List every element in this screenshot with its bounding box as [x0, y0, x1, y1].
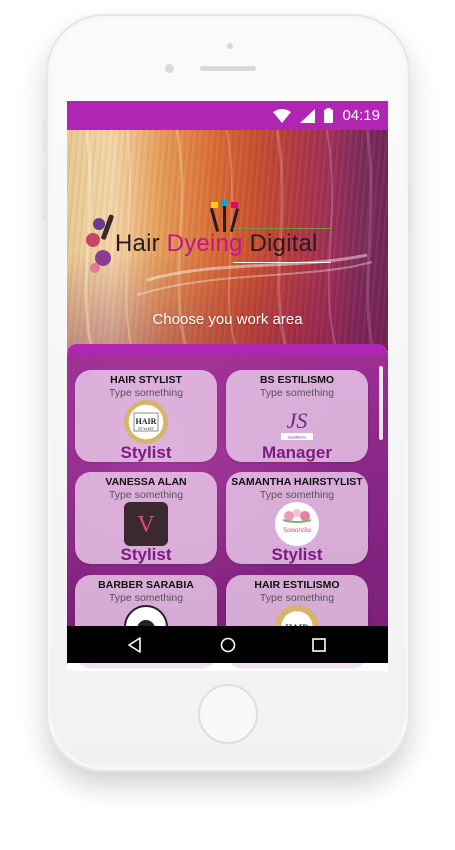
bs-estilismo-logo-icon: JS bsestilismo	[275, 400, 319, 444]
side-button-left-1	[43, 120, 46, 152]
home-button[interactable]	[198, 684, 258, 744]
subtitle: Choose you work area	[152, 311, 303, 328]
card-role: Stylist	[120, 545, 172, 564]
work-area-card[interactable]: BS ESTILISMO Type something JS bsestilis…	[226, 370, 368, 462]
card-placeholder: Type something	[108, 489, 184, 501]
work-area-card[interactable]: HAIR STYLIST Type something HAIR STYLIST…	[75, 370, 217, 462]
card-placeholder: Type something	[108, 387, 184, 399]
logo-word-hair: Hair	[115, 230, 167, 257]
wifi-icon	[273, 108, 292, 123]
card-placeholder: Type something	[259, 592, 335, 604]
card-name: BARBER SARABIA	[98, 579, 194, 591]
front-camera	[165, 64, 174, 73]
hair-stylist-logo-icon: HAIR STYLIST	[124, 400, 168, 444]
battery-icon	[324, 108, 334, 123]
svg-text:Samantha: Samantha	[283, 526, 312, 534]
logo-word-dyeing: Dyeing	[166, 230, 243, 257]
screen: 04:19 Hair Dyeing Digital Choose you wor…	[67, 101, 388, 671]
svg-text:STYLIST: STYLIST	[138, 426, 155, 431]
card-placeholder: Type something	[259, 387, 335, 399]
work-area-card[interactable]: VANESSA ALAN Type something V Stylist	[75, 472, 217, 564]
card-name: BS ESTILISMO	[259, 374, 335, 386]
signal-icon	[300, 108, 316, 123]
card-placeholder: Type something	[108, 592, 184, 604]
svg-text:bsestilismo: bsestilismo	[288, 436, 307, 440]
samantha-logo-icon: Samantha	[275, 502, 319, 546]
logo-wordmark: Hair Dyeing Digital	[115, 230, 318, 258]
svg-text:V: V	[137, 512, 155, 538]
clock: 04:19	[342, 107, 380, 124]
back-icon[interactable]	[125, 635, 145, 655]
card-name: HAIR STYLIST	[110, 374, 182, 386]
home-circle-icon[interactable]	[218, 635, 238, 655]
vanessa-alan-logo-icon: V	[124, 502, 168, 546]
card-placeholder: Type something	[259, 489, 335, 501]
card-name: SAMANTHA HAIRSTYLIST	[231, 476, 363, 488]
card-name: HAIR ESTILISMO	[254, 579, 340, 591]
phone-sensor	[227, 43, 233, 49]
side-button-left-2	[43, 170, 46, 220]
recents-square-icon[interactable]	[309, 635, 329, 655]
earpiece-speaker	[200, 66, 256, 71]
android-nav-bar	[67, 626, 388, 663]
work-area-panel[interactable]: HAIR STYLIST Type something HAIR STYLIST…	[67, 344, 388, 667]
card-role: Manager	[262, 443, 332, 462]
work-area-card[interactable]: SAMANTHA HAIRSTYLIST Type something Sama…	[226, 472, 368, 564]
side-button	[408, 180, 411, 234]
status-bar: 04:19	[67, 101, 388, 130]
card-role: Stylist	[120, 443, 172, 462]
scrollbar[interactable]	[379, 366, 383, 440]
svg-text:HAIR: HAIR	[136, 417, 157, 426]
svg-text:JS: JS	[287, 408, 308, 433]
logo-underline-bottom	[233, 262, 331, 263]
hero-banner: Hair Dyeing Digital Choose you work area	[67, 130, 388, 351]
card-role: Stylist	[271, 545, 323, 564]
card-name: VANESSA ALAN	[105, 476, 187, 488]
app-logo: Hair Dyeing Digital	[83, 200, 363, 280]
logo-word-digital: Digital	[242, 230, 318, 257]
logo-underline	[233, 228, 331, 229]
